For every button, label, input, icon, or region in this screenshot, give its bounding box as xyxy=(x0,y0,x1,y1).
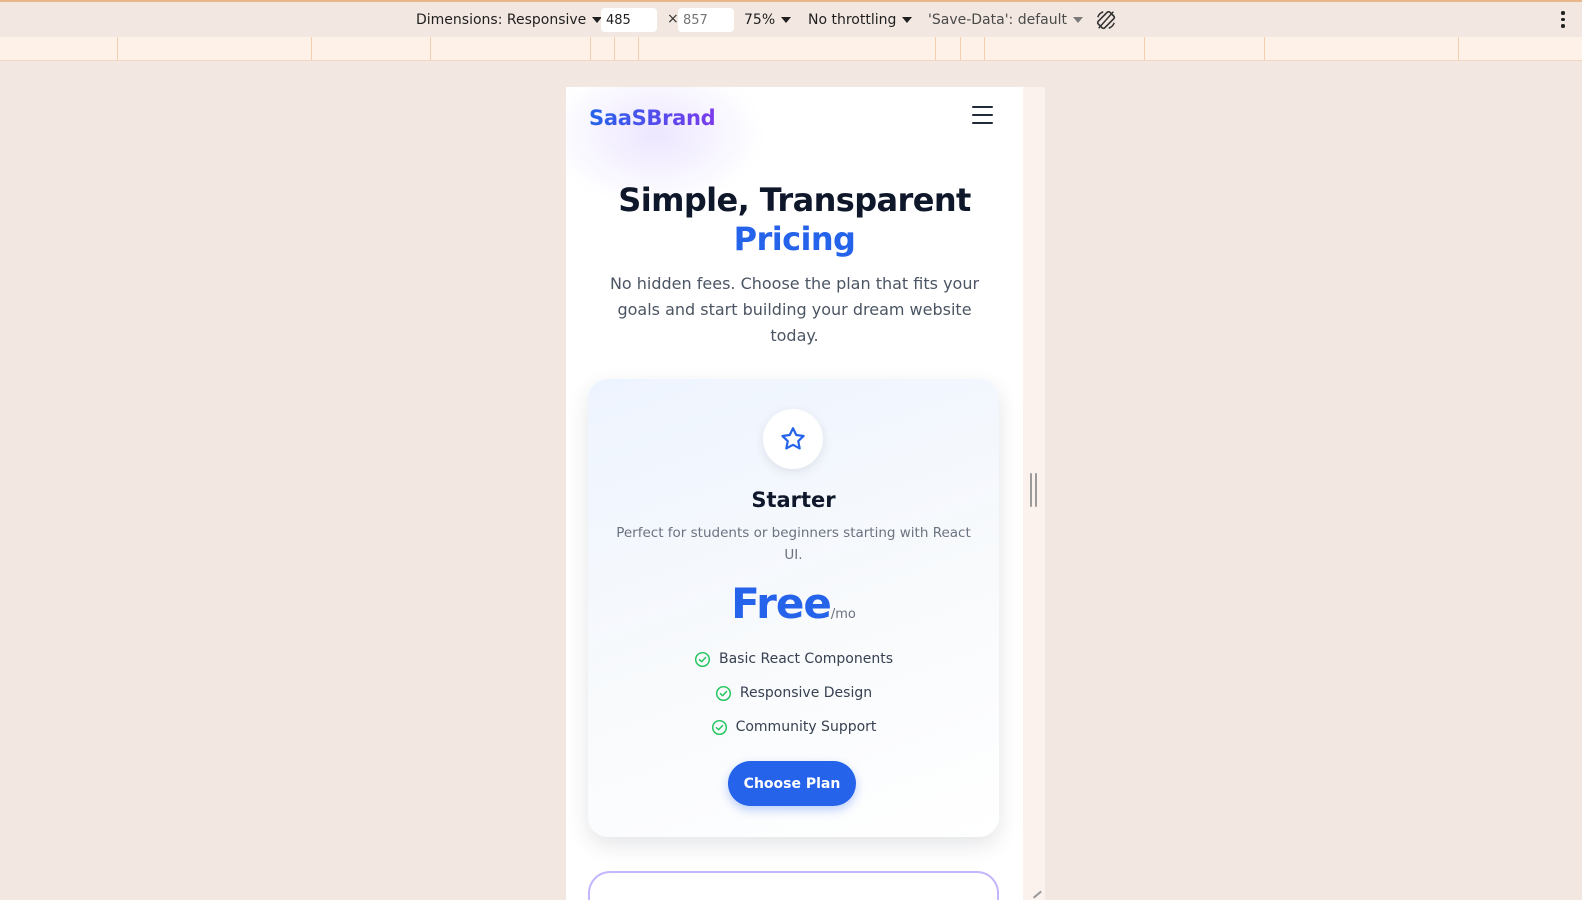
plan-description: Perfect for students or beginners starti… xyxy=(616,525,971,563)
plan-icon-badge xyxy=(763,409,823,469)
width-input[interactable] xyxy=(601,8,657,32)
feature-list: Basic React Components Responsive Design… xyxy=(588,642,999,744)
list-item: Community Support xyxy=(588,710,999,744)
page-title-line1: Simple, Transparent xyxy=(618,181,971,219)
price-amount: Free xyxy=(731,579,832,628)
choose-plan-button[interactable]: Choose Plan xyxy=(728,761,856,806)
save-data-label: 'Save-Data': default xyxy=(928,11,1067,28)
check-circle-icon xyxy=(694,651,711,667)
times-separator: × xyxy=(667,11,679,27)
list-item: Basic React Components xyxy=(588,642,999,676)
chevron-down-icon xyxy=(1072,16,1083,23)
zoom-label: 75% xyxy=(744,11,776,28)
throttling-label: No throttling xyxy=(808,11,897,28)
pricing-card-next xyxy=(588,871,999,900)
plan-price: Free/mo xyxy=(588,579,999,628)
rotate-device-icon[interactable] xyxy=(1095,9,1117,31)
throttling-dropdown[interactable]: No throttling xyxy=(808,2,913,37)
device-viewport: SaaSBrand Simple, Transparent Pricing No… xyxy=(566,87,1023,900)
check-circle-icon xyxy=(711,719,727,735)
star-icon xyxy=(781,427,805,450)
chevron-down-icon xyxy=(781,16,792,23)
page-subtitle: No hidden fees. Choose the plan that fit… xyxy=(609,274,980,345)
height-input[interactable] xyxy=(678,8,734,32)
chevron-down-icon xyxy=(902,16,913,23)
page-title-accent: Pricing xyxy=(733,220,856,258)
pricing-card-starter: Starter Perfect for students or beginner… xyxy=(588,379,999,837)
more-options-icon[interactable] xyxy=(1560,11,1566,31)
check-circle-icon xyxy=(715,685,731,701)
dimensions-dropdown[interactable]: Dimensions: Responsive xyxy=(416,2,603,37)
dimensions-label: Dimensions: Responsive xyxy=(416,11,587,28)
hamburger-menu-icon[interactable] xyxy=(972,106,994,126)
feature-text: Basic React Components xyxy=(718,651,893,667)
price-period: /mo xyxy=(830,607,856,622)
media-query-ruler xyxy=(0,37,1582,61)
brand-logo[interactable]: SaaSBrand xyxy=(589,106,716,130)
feature-text: Community Support xyxy=(735,719,877,735)
plan-name: Starter xyxy=(751,488,836,512)
feature-text: Responsive Design xyxy=(739,685,873,701)
list-item: Responsive Design xyxy=(588,676,999,710)
page-title: Simple, Transparent Pricing xyxy=(566,181,1023,259)
zoom-dropdown[interactable]: 75% xyxy=(744,2,792,37)
save-data-dropdown[interactable]: 'Save-Data': default xyxy=(928,2,1083,37)
resize-handle-icon[interactable] xyxy=(1030,473,1038,507)
devtools-device-toolbar: Dimensions: Responsive × 75% No throttli… xyxy=(0,0,1582,37)
